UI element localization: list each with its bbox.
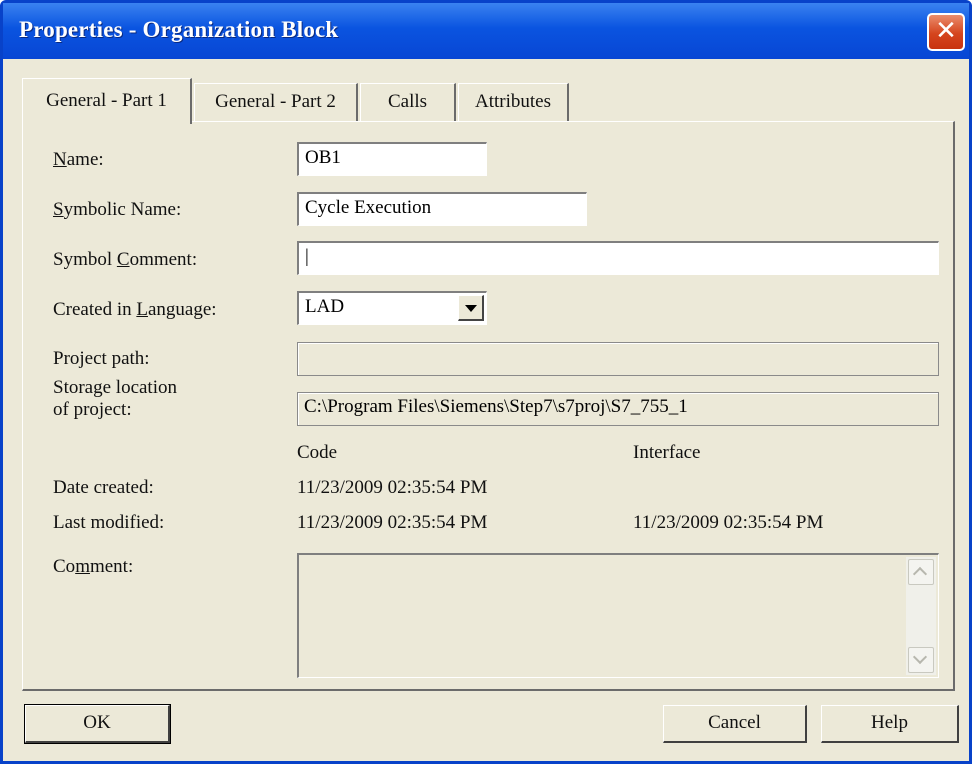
date-created-label: Date created: [53, 477, 154, 498]
tab-calls[interactable]: Calls [360, 83, 456, 121]
tab-label: General - Part 2 [215, 91, 336, 112]
ok-button[interactable]: OK [24, 704, 171, 744]
symbol-comment-label: Symbol Comment: [53, 249, 198, 270]
close-icon: ✕ [935, 16, 957, 46]
scroll-down-icon[interactable] [908, 647, 934, 673]
tab-general-part-1[interactable]: General - Part 1 [22, 78, 192, 124]
cancel-button[interactable]: Cancel [663, 705, 807, 743]
tab-attributes[interactable]: Attributes [458, 83, 569, 121]
last-modified-label: Last modified: [53, 512, 165, 533]
chevron-down-icon[interactable] [458, 295, 484, 321]
project-path-field [297, 342, 939, 376]
close-button[interactable]: ✕ [927, 13, 965, 51]
scroll-up-icon[interactable] [908, 559, 934, 585]
tab-label: Calls [387, 91, 428, 112]
tab-general-part-2[interactable]: General - Part 2 [194, 83, 358, 121]
comment-scrollbar[interactable] [906, 557, 936, 675]
code-column-header: Code [297, 442, 338, 463]
language-label: Created in Language: [53, 299, 217, 320]
tab-label: Attributes [475, 91, 551, 112]
storage-location-label: Storage location of project: [53, 377, 177, 420]
properties-dialog: Properties - Organization Block ✕ Genera… [0, 0, 972, 764]
interface-column-header: Interface [633, 442, 701, 463]
name-label: Name: [53, 149, 104, 170]
name-field[interactable]: OB1 [297, 142, 487, 176]
window-title: Properties - Organization Block [19, 17, 339, 42]
comment-field[interactable] [297, 553, 939, 678]
comment-label: Comment: [53, 556, 134, 577]
last-modified-code: 11/23/2009 02:35:54 PM [297, 512, 488, 533]
language-select[interactable]: LAD [297, 291, 487, 325]
language-value: LAD [305, 296, 345, 317]
help-button[interactable]: Help [821, 705, 959, 743]
symbolic-name-label: Symbolic Name: [53, 199, 182, 220]
title-bar[interactable]: Properties - Organization Block ✕ [3, 3, 969, 59]
symbolic-name-field[interactable]: Cycle Execution [297, 192, 587, 226]
date-created-code: 11/23/2009 02:35:54 PM [297, 477, 488, 498]
last-modified-interface: 11/23/2009 02:35:54 PM [633, 512, 824, 533]
tab-label: General - Part 1 [46, 90, 167, 111]
symbol-comment-field[interactable]: | [297, 241, 939, 275]
storage-location-field: C:\Program Files\Siemens\Step7\s7proj\S7… [297, 392, 939, 426]
project-path-label: Project path: [53, 348, 150, 369]
